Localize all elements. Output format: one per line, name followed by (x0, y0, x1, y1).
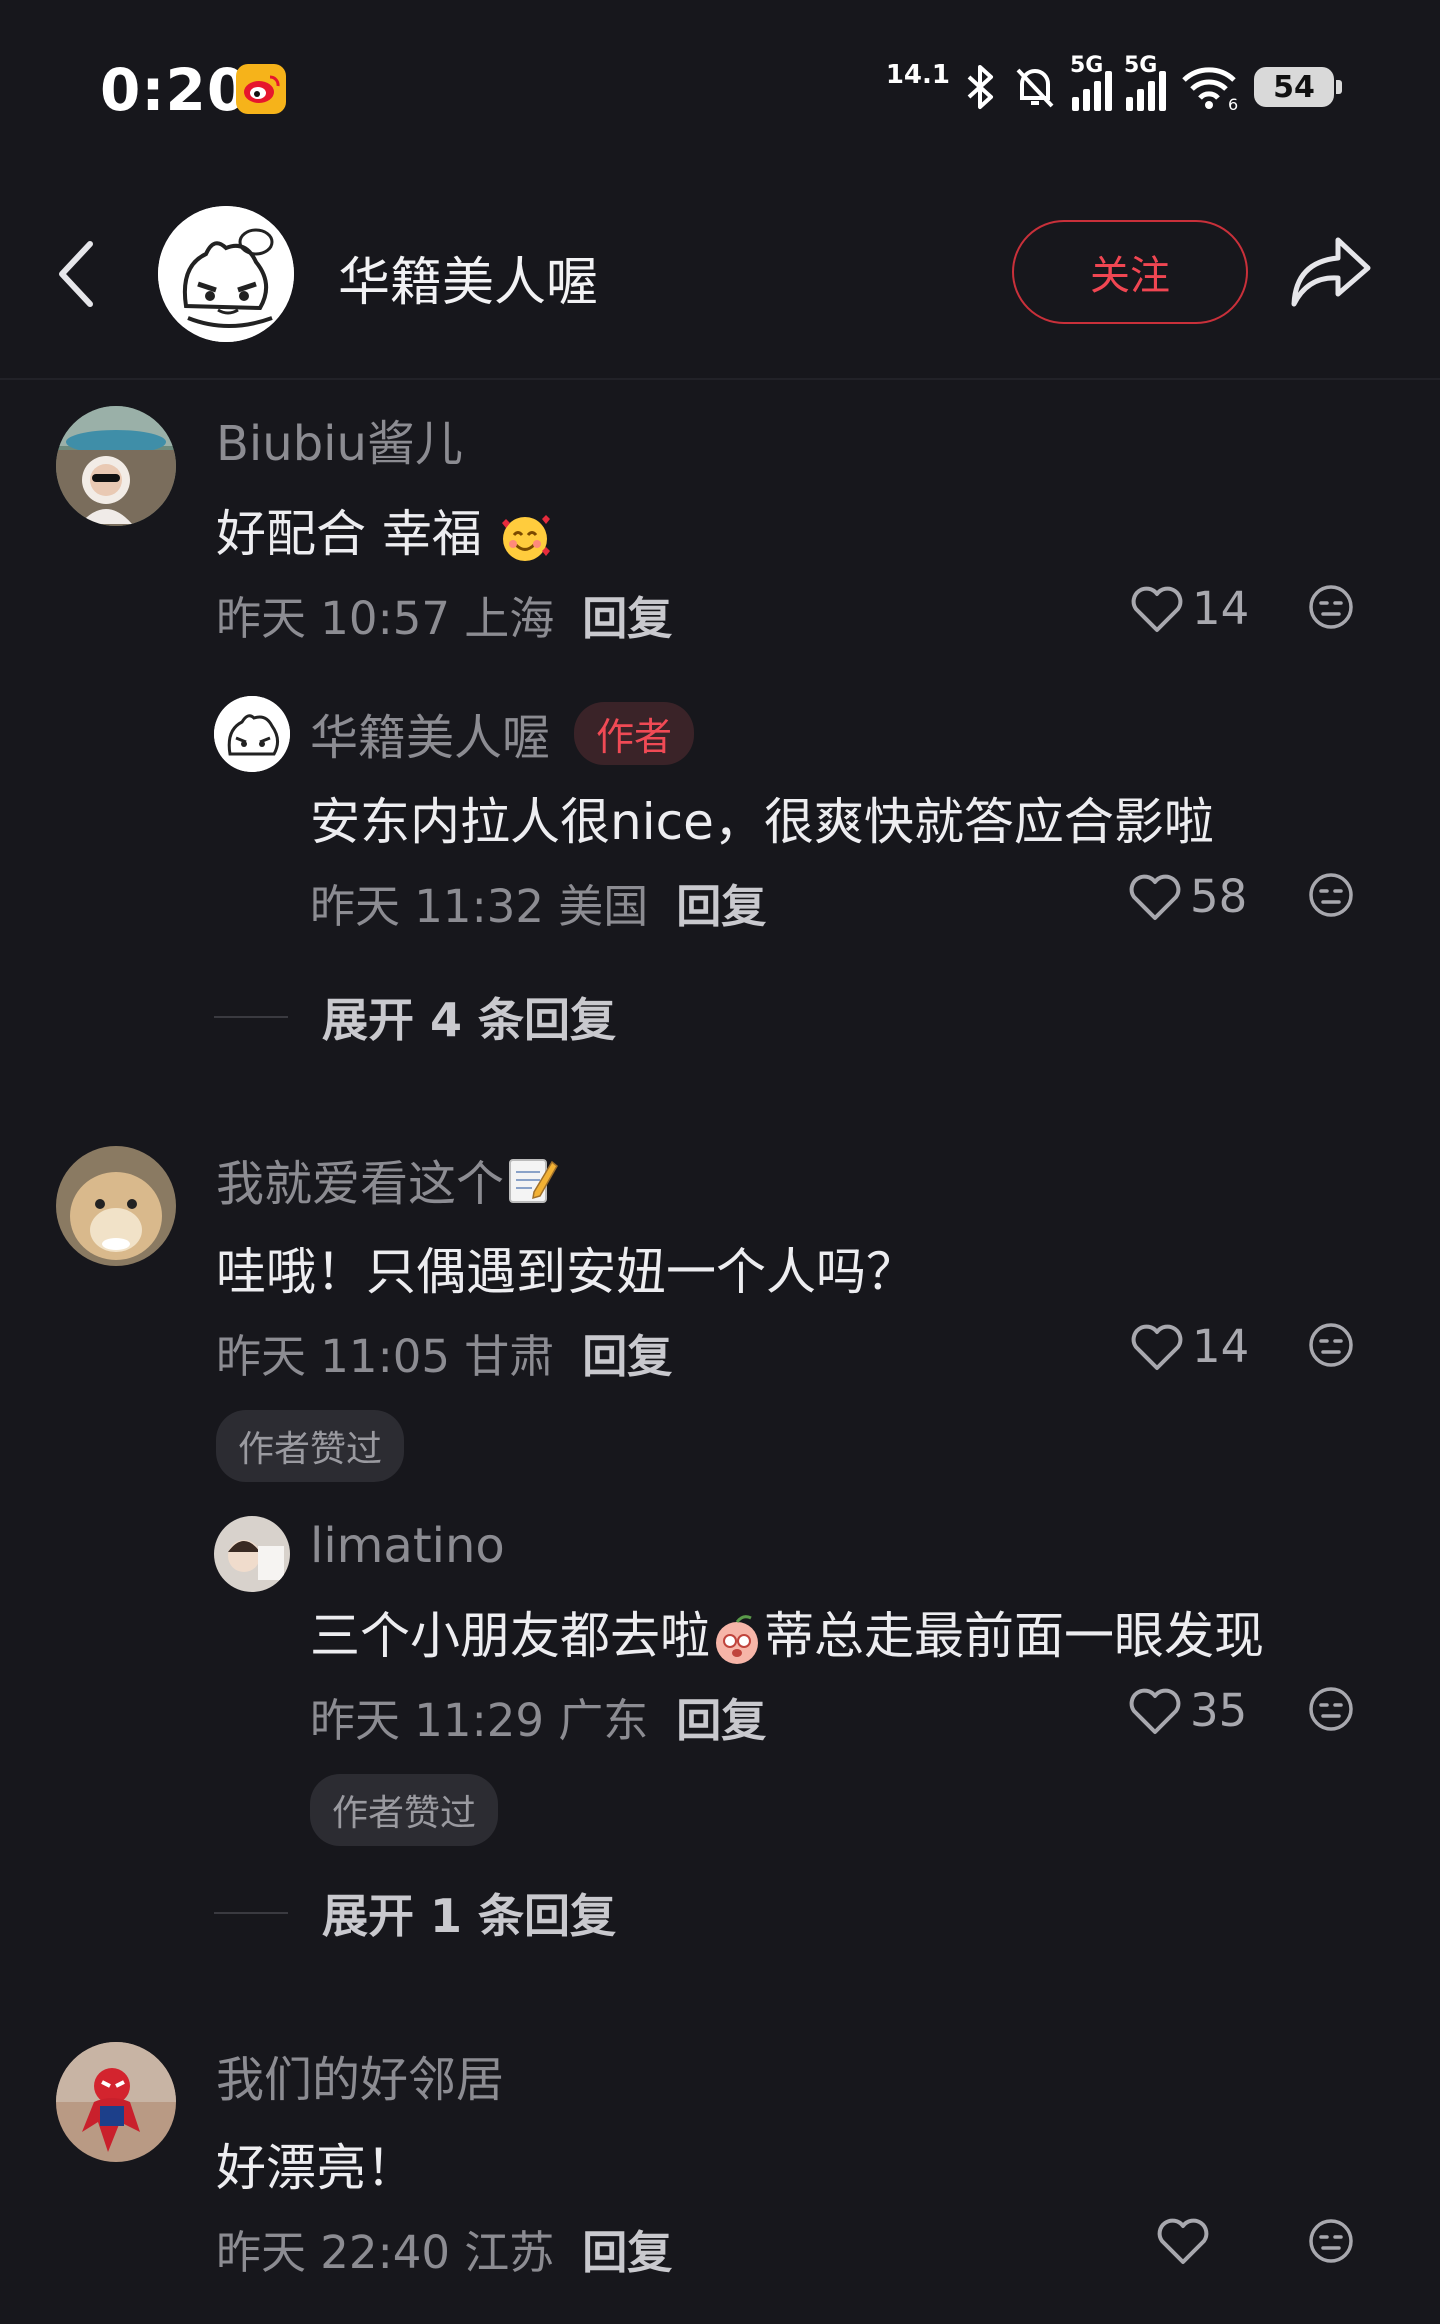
smiling-face-with-hearts-icon (501, 514, 550, 561)
header-avatar[interactable] (158, 206, 294, 342)
comment-meta: 昨天 11:05 甘肃 回复 (216, 1330, 673, 1383)
neutral-face-icon (1309, 1323, 1353, 1367)
dislike-button[interactable] (1308, 872, 1354, 922)
status-icons: 14.1 5G 5G 6 54 (885, 52, 1342, 122)
reply-button[interactable]: 回复 (676, 1694, 766, 1747)
reply-button[interactable]: 回复 (582, 2226, 672, 2279)
like-count: 58 (1190, 870, 1248, 923)
comment-meta: 昨天 10:57 上海 回复 (216, 592, 673, 645)
weibo-icon (236, 64, 286, 114)
commenter-avatar[interactable] (56, 2042, 176, 2162)
heart-icon (1129, 1688, 1181, 1734)
reply-username: 华籍美人喔 作者 (310, 698, 695, 768)
comment-text: 哇哦！只偶遇到安妞一个人吗？ (216, 1243, 916, 1301)
reply-meta: 昨天 11:29 广东 回复 (310, 1694, 767, 1747)
neutral-face-icon (1309, 873, 1353, 917)
reply-avatar[interactable] (214, 1516, 290, 1592)
like-count: 35 (1190, 1684, 1248, 1737)
back-button[interactable] (52, 238, 100, 314)
neutral-face-icon (1309, 2219, 1353, 2263)
status-time: 0:20 (100, 56, 249, 124)
peach-face-icon (716, 1614, 758, 1664)
neutral-face-icon (1309, 585, 1353, 629)
header-divider (0, 378, 1440, 380)
follow-button[interactable]: 关注 (1012, 220, 1248, 324)
expand-replies-button[interactable]: 展开 1 条回复 (214, 1880, 616, 1946)
heart-icon (1131, 1324, 1183, 1370)
bluetooth-icon (967, 65, 993, 109)
share-button[interactable] (1288, 232, 1374, 316)
wifi-sub: 6 (1228, 95, 1238, 110)
like-count: 14 (1192, 1320, 1250, 1373)
page-title: 华籍美人喔 (338, 253, 599, 313)
comment-username[interactable]: 我们的好邻居 (216, 2040, 504, 2110)
comment-meta: 昨天 22:40 江苏 回复 (216, 2226, 673, 2279)
like-button[interactable]: 35 (1128, 1684, 1247, 1737)
commenter-avatar[interactable] (56, 1146, 176, 1266)
like-button[interactable]: 14 (1130, 1320, 1249, 1373)
neutral-face-icon (1309, 1687, 1353, 1731)
dislike-button[interactable] (1308, 584, 1354, 634)
like-button[interactable]: 14 (1130, 582, 1249, 635)
reply-button[interactable]: 回复 (582, 1330, 672, 1383)
comment-text: 好配合 幸福 (216, 494, 552, 566)
net-speed: 14.1 (885, 60, 950, 90)
expand-replies-button[interactable]: 展开 4 条回复 (214, 984, 616, 1050)
reply-text: 安东内拉人很nice，很爽快就答应合影啦 (310, 793, 1214, 851)
chevron-left-icon (59, 241, 93, 307)
mute-bell-icon (1016, 68, 1054, 108)
comment-text: 好漂亮！ (216, 2139, 416, 2197)
comment-username: 我就爱看这个 (216, 1144, 558, 1214)
heart-icon (1157, 2218, 1209, 2264)
author-tag: 作者 (574, 701, 695, 765)
wifi-icon: 6 (1182, 67, 1238, 110)
comment-username[interactable]: Biubiu酱儿 (216, 404, 463, 474)
reply-username[interactable]: limatino (310, 1518, 505, 1574)
liked-by-author-badge: 作者赞过 (310, 1774, 499, 1846)
like-count: 14 (1192, 582, 1250, 635)
dislike-button[interactable] (1308, 1686, 1354, 1736)
heart-icon (1131, 586, 1183, 632)
reply-text: 三个小朋友都去啦 蒂总走最前面一眼发现 (310, 1607, 1264, 1665)
dislike-button[interactable] (1308, 2218, 1354, 2268)
commenter-avatar[interactable] (56, 406, 176, 526)
signal-icon-2: 5G (1124, 53, 1166, 111)
liked-by-author-badge: 作者赞过 (216, 1410, 405, 1482)
battery-icon: 54 (1254, 67, 1342, 107)
like-button[interactable] (1156, 2216, 1218, 2266)
memo-icon (509, 1159, 558, 1203)
signal-icon: 5G (1070, 53, 1112, 111)
like-button[interactable]: 58 (1128, 870, 1247, 923)
reply-meta: 昨天 11:32 美国 回复 (310, 880, 767, 933)
share-icon (1291, 237, 1371, 307)
reply-button[interactable]: 回复 (676, 880, 766, 933)
reply-button[interactable]: 回复 (582, 592, 672, 645)
heart-icon (1129, 874, 1181, 920)
dislike-button[interactable] (1308, 1322, 1354, 1372)
reply-avatar[interactable] (214, 696, 290, 772)
